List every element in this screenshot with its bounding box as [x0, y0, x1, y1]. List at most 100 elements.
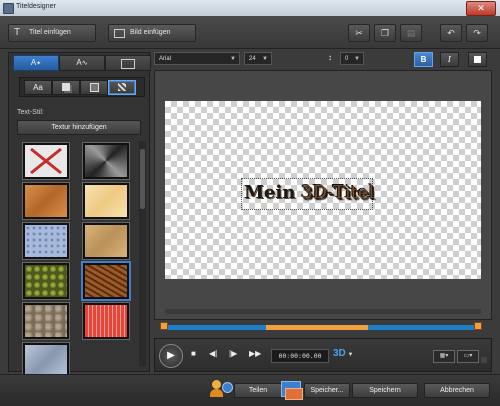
font-size-value: 24: [249, 56, 256, 62]
texture-swatch-orange-crumpled[interactable]: [23, 183, 69, 219]
insert-image-button[interactable]: Bild einfügen: [108, 24, 196, 42]
save-as-button[interactable]: Speicher...: [304, 383, 350, 398]
display-view-button[interactable]: ▭▾: [457, 350, 479, 363]
redo-icon: ↷: [473, 28, 481, 38]
close-window-button[interactable]: ✕: [466, 1, 496, 16]
cancel-button[interactable]: Abbrechen: [424, 383, 490, 398]
color-button[interactable]: [468, 52, 487, 67]
texture-swatch-brown-wood[interactable]: [83, 263, 129, 299]
play-button[interactable]: ▶: [159, 344, 183, 368]
subtab-border[interactable]: [80, 80, 108, 95]
style-subtabs: Aa: [19, 77, 145, 97]
undo-icon: ↶: [447, 28, 455, 38]
subtab-shadow[interactable]: [52, 80, 80, 95]
sparkle-icon: ✦: [36, 61, 42, 67]
3d-mode-label: 3D: [333, 348, 346, 359]
no-texture-icon: [30, 147, 62, 175]
step-back-icon: ◀|: [209, 349, 218, 358]
style-panel: A✦ A∿ Aa Text-Stil: Textur hinzufügen: [8, 52, 151, 379]
font-name-select[interactable]: Arial ▼: [154, 52, 240, 65]
style-tabs: A✦ A∿: [9, 53, 151, 71]
texture-swatch-none[interactable]: [23, 143, 69, 179]
fast-forward-button[interactable]: ▶▶: [249, 349, 261, 358]
fast-forward-icon: ▶▶: [249, 349, 262, 358]
step-forward-icon: |▶: [229, 349, 238, 358]
texture-scrollbar[interactable]: [139, 141, 146, 366]
timeline-start-marker[interactable]: [160, 322, 168, 330]
spacing-select[interactable]: 0 ▼: [340, 52, 364, 65]
texture-grid: [17, 141, 135, 379]
copy-icon: ❐: [380, 28, 390, 38]
subtab-font-style[interactable]: Aa: [24, 80, 52, 95]
title-text-box[interactable]: Mein 3D-Titel: [241, 178, 374, 210]
window-titlebar: Titeldesigner ✕: [0, 0, 500, 16]
grid-icon: ▦▾: [439, 353, 449, 359]
tab-background[interactable]: [105, 55, 151, 71]
resize-grip-icon: [481, 357, 487, 363]
bold-button[interactable]: B: [414, 52, 433, 67]
tab-motion[interactable]: A∿: [59, 55, 105, 71]
3d-mode-button[interactable]: 3D ▼: [333, 348, 353, 359]
timeline-segment[interactable]: [266, 325, 368, 330]
preview-stage: Mein 3D-Titel: [154, 70, 492, 320]
previous-frame-button[interactable]: ◀|: [209, 349, 217, 358]
curve-icon: ∿: [81, 60, 88, 67]
stop-button[interactable]: ■: [191, 349, 196, 358]
spacing-value: 0: [345, 56, 349, 62]
texture-swatch-gray-stone[interactable]: [23, 303, 69, 339]
layout-view-button[interactable]: ▦▾: [433, 350, 455, 363]
texture-swatch-cream-paper[interactable]: [83, 183, 129, 219]
color-swatch-icon: [474, 56, 481, 63]
insert-title-button[interactable]: T Titel einfügen: [8, 24, 96, 42]
timeline-bar[interactable]: [158, 322, 482, 334]
shadow-icon: [62, 83, 70, 91]
stop-icon: ■: [191, 349, 196, 358]
window-title: Titeldesigner: [16, 3, 56, 10]
texture-icon: [118, 83, 126, 91]
main-toolbar: T Titel einfügen Bild einfügen ✂ ❐ ▤ ↶ ↷: [0, 16, 500, 49]
cut-button[interactable]: ✂: [348, 24, 370, 42]
play-icon: ▶: [167, 350, 175, 361]
undo-button[interactable]: ↶: [440, 24, 462, 42]
subtab-texture[interactable]: [108, 80, 136, 95]
save-button[interactable]: Speichern: [352, 383, 418, 398]
title-designer-window: Titeldesigner ✕ T Titel einfügen Bild ein…: [0, 0, 500, 406]
paste-button[interactable]: ▤: [400, 24, 422, 42]
font-size-select[interactable]: 24 ▼: [244, 52, 272, 65]
line-spacing-icon: ↕: [328, 53, 332, 62]
title-canvas[interactable]: Mein 3D-Titel: [165, 101, 481, 279]
monitor-icon: ▭▾: [463, 353, 473, 359]
landscape-icon: [121, 59, 135, 69]
share-button[interactable]: Teilen: [234, 383, 282, 398]
texture-swatch-blue-dots[interactable]: [23, 223, 69, 259]
redo-button[interactable]: ↷: [466, 24, 488, 42]
chevron-down-icon: ▼: [262, 56, 268, 62]
texture-swatch-green-scales[interactable]: [23, 263, 69, 299]
image-insert-icon: [114, 29, 125, 38]
texture-swatch-red-fabric[interactable]: [83, 303, 129, 339]
italic-button[interactable]: I: [440, 52, 459, 67]
insert-image-label: Bild einfügen: [130, 29, 171, 36]
texture-scrollbar-thumb[interactable]: [140, 149, 145, 209]
timecode-display[interactable]: 00:00:00.00: [271, 349, 329, 363]
insert-title-label: Titel einfügen: [29, 29, 71, 36]
tab-text-presets[interactable]: A✦: [13, 55, 59, 71]
texture-swatch-brushed-metal[interactable]: [83, 143, 129, 179]
dialog-footer: Teilen Speicher... Speichern Abbrechen: [0, 374, 500, 406]
texture-swatch-tan-paper[interactable]: [83, 223, 129, 259]
chevron-down-icon: ▼: [230, 56, 236, 62]
canvas-scrollbar[interactable]: [165, 309, 481, 314]
copy-button[interactable]: ❐: [374, 24, 396, 42]
border-icon: [89, 83, 99, 92]
playback-controls: ▶ ■ ◀| |▶ ▶▶ 00:00:00.00 3D ▼ ▦▾ ▭▾: [154, 338, 492, 372]
text-insert-icon: T: [14, 27, 21, 38]
text-style-label: Text-Stil:: [17, 109, 44, 116]
timeline-end-marker[interactable]: [474, 322, 482, 330]
scissors-icon: ✂: [355, 28, 363, 38]
save-as-icon: [280, 378, 303, 400]
next-frame-button[interactable]: |▶: [229, 349, 237, 358]
add-texture-button[interactable]: Textur hinzufügen: [17, 120, 141, 135]
title-text[interactable]: Mein 3D-Titel: [244, 182, 374, 203]
chevron-down-icon: ▼: [345, 352, 354, 358]
font-name-value: Arial: [159, 56, 172, 62]
